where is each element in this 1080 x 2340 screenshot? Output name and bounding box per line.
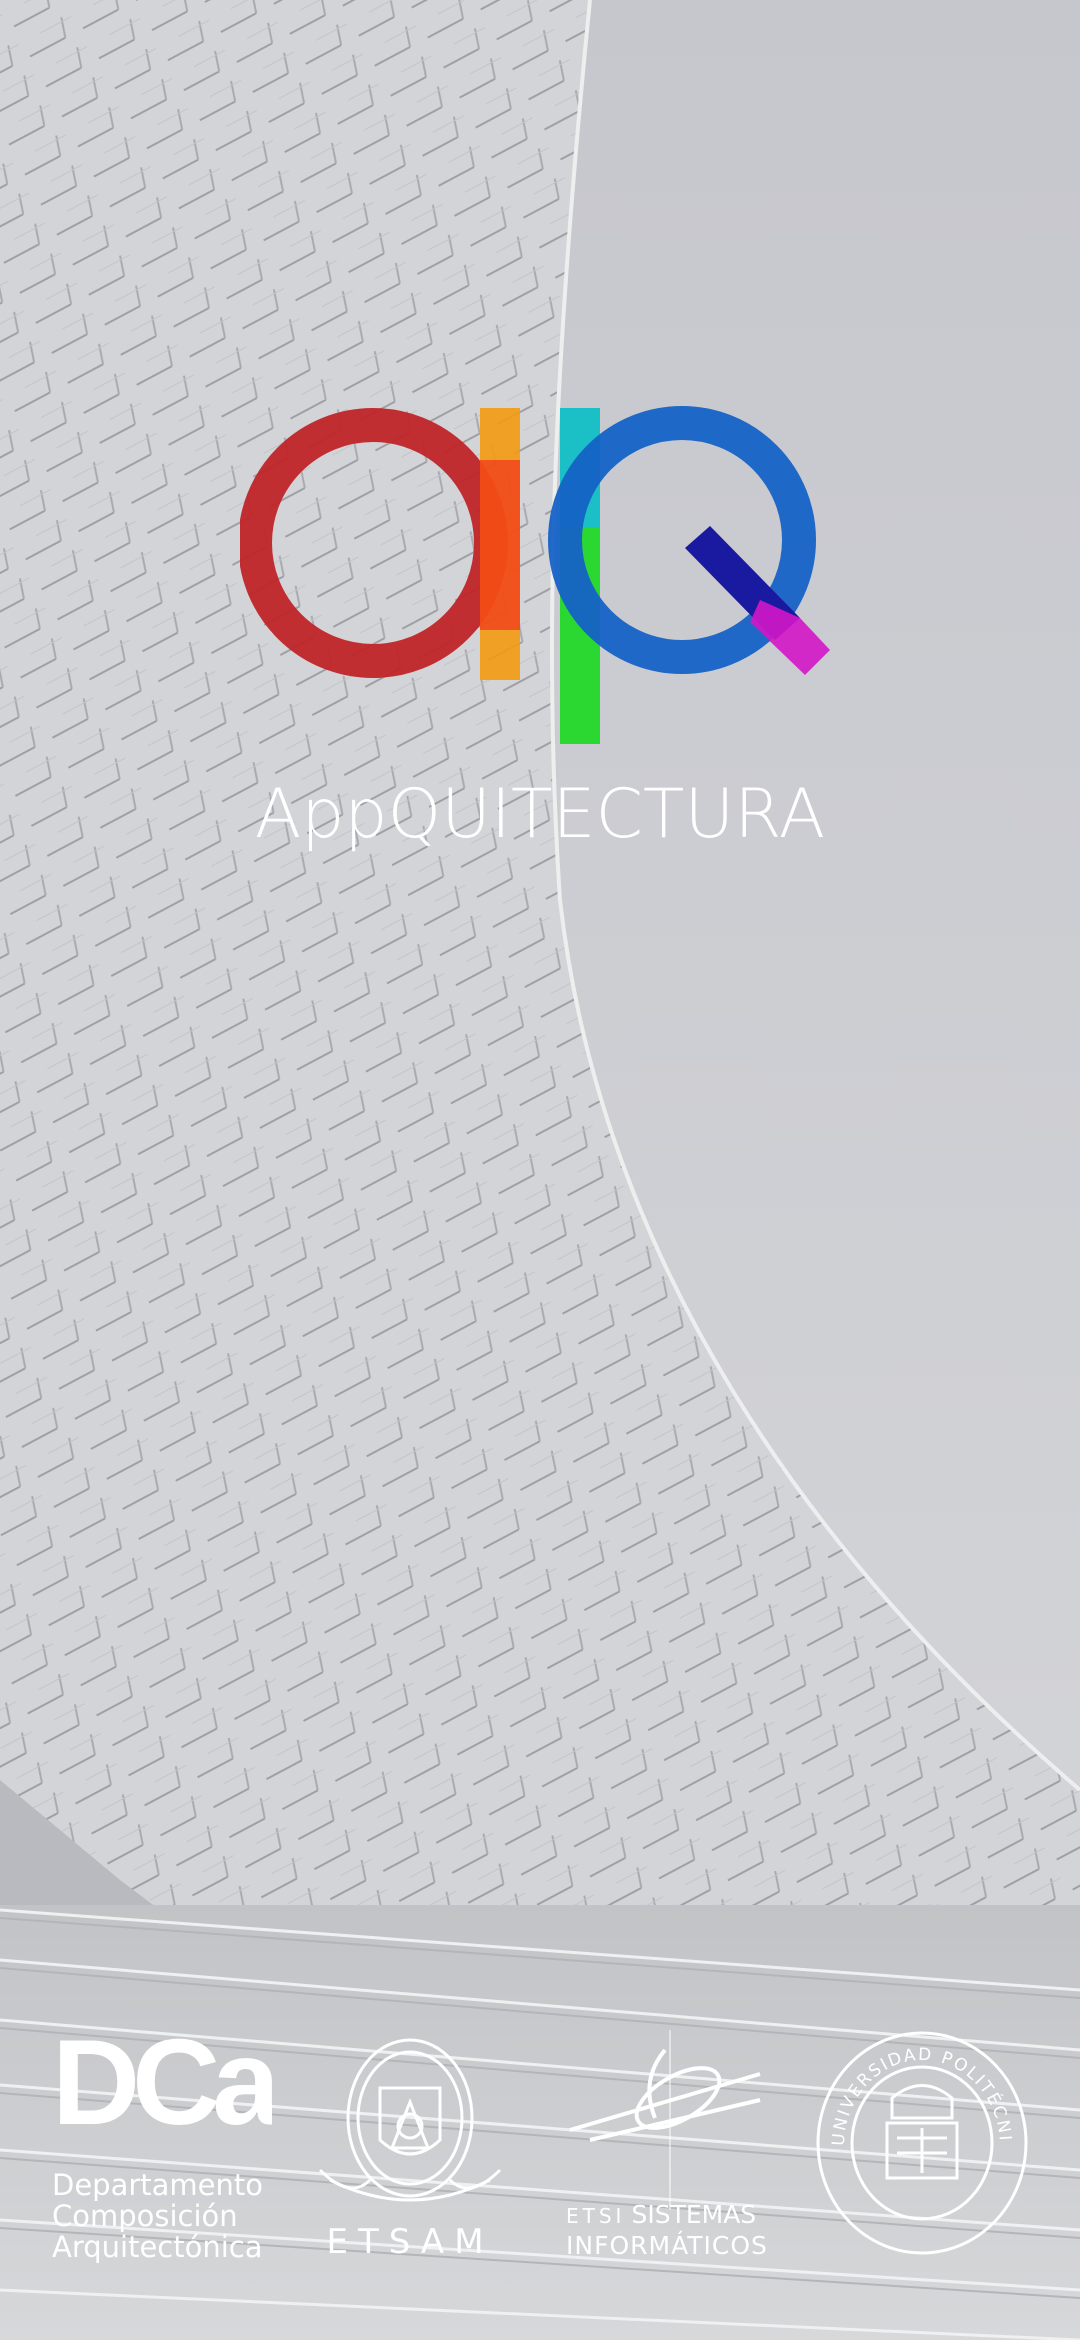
etsam-label: ETSAM [326, 2222, 494, 2262]
dca-line-1: Departamento [52, 2168, 264, 2202]
dca-line-2: Composición [52, 2199, 238, 2233]
dca-logo: DCa [52, 2014, 272, 2142]
dca-department-name: Departamento Composición Arquitectónica [52, 2170, 292, 2263]
etsisi-name: ETSI SISTEMAS INFORMÁTICOS [566, 2200, 796, 2261]
dca-mark-text: DCa [52, 2014, 272, 2142]
etsisi-prefix: ETSI [566, 2204, 626, 2228]
background-photo [0, 0, 1080, 2340]
etsisi-line-1: SISTEMAS [631, 2200, 757, 2229]
etsam-seal-icon [318, 2038, 502, 2202]
app-title: AppQUITECTURA [254, 775, 826, 854]
app-logo [240, 406, 830, 744]
logo-red-ring [240, 408, 508, 678]
etsisi-line-2: INFORMÁTICOS [566, 2231, 768, 2260]
etsisi-logo-icon [569, 2030, 761, 2210]
splash-screen: AppQUITECTURA DCa Departamento Composici… [0, 0, 1080, 2340]
upm-seal-icon: UNIVERSIDAD POLITÉCNICA MADRID [812, 2028, 1028, 2255]
dca-line-3: Arquitectónica [52, 2230, 263, 2264]
